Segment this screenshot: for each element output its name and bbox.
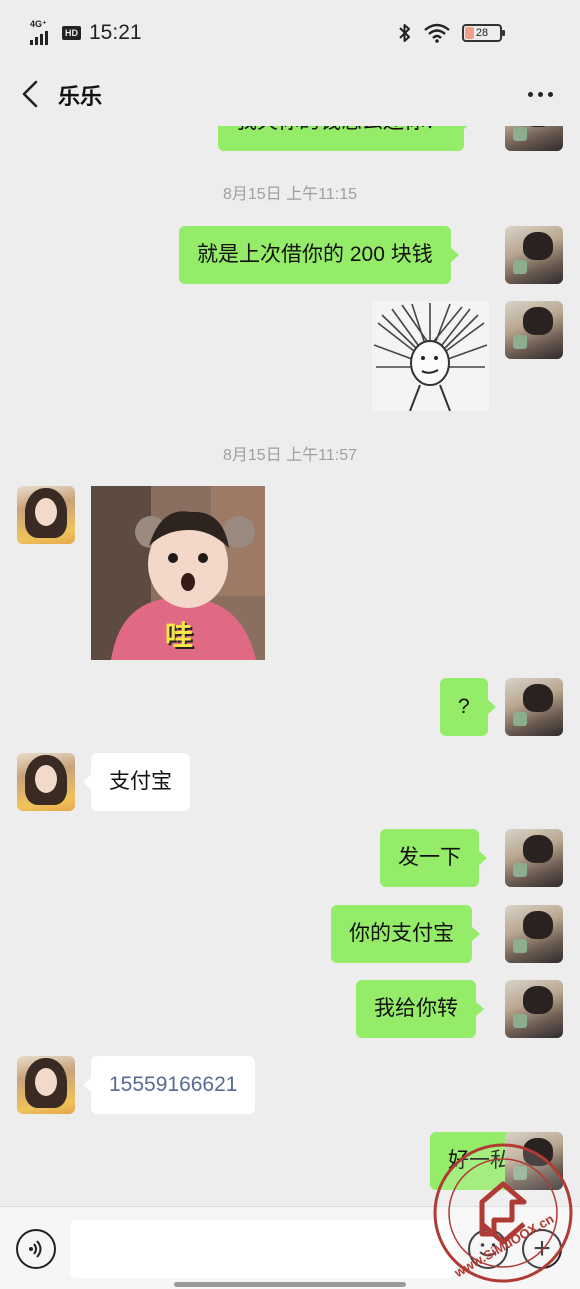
my-avatar[interactable] bbox=[505, 980, 563, 1038]
battery-icon: 28 bbox=[462, 24, 505, 42]
my-avatar[interactable] bbox=[505, 226, 563, 284]
message-bubble-incoming[interactable]: 支付宝 bbox=[83, 753, 190, 811]
message-timestamp: 8月15日 上午11:57 bbox=[223, 447, 357, 464]
my-avatar[interactable] bbox=[505, 301, 563, 359]
my-avatar[interactable] bbox=[505, 678, 563, 736]
status-bar: 4G⁺ HD 15:21 28 bbox=[0, 0, 580, 62]
voice-input-button[interactable] bbox=[16, 1229, 56, 1269]
home-indicator[interactable] bbox=[174, 1282, 406, 1287]
battery-level: 28 bbox=[475, 27, 489, 39]
watermark-seal: www.SiMuOOX.cn bbox=[432, 1142, 574, 1284]
more-options-button[interactable] bbox=[522, 80, 558, 108]
hd-icon: HD bbox=[62, 26, 81, 40]
message-timestamp: 8月15日 上午11:15 bbox=[223, 186, 357, 203]
my-avatar[interactable] bbox=[505, 829, 563, 887]
contact-avatar[interactable] bbox=[17, 1056, 75, 1114]
signal-icon: 4G⁺ bbox=[30, 19, 54, 45]
my-avatar[interactable] bbox=[505, 905, 563, 963]
status-time: 15:21 bbox=[89, 21, 142, 44]
message-bubble-outgoing[interactable]: 我欠你的钱怎么还你？ bbox=[218, 126, 472, 151]
chat-header: 乐乐 bbox=[0, 62, 580, 126]
contact-avatar[interactable] bbox=[17, 486, 75, 544]
voice-icon bbox=[29, 1240, 42, 1258]
message-bubble-outgoing[interactable]: 发一下 bbox=[380, 829, 487, 887]
my-avatar[interactable] bbox=[505, 126, 563, 151]
message-input[interactable] bbox=[70, 1220, 455, 1278]
contact-avatar[interactable] bbox=[17, 753, 75, 811]
message-bubble-outgoing[interactable]: 你的支付宝 bbox=[331, 905, 480, 963]
surprised-child-photo[interactable]: 哇 bbox=[91, 486, 265, 660]
message-bubble-outgoing[interactable]: ? bbox=[440, 678, 496, 736]
photo-caption: 哇 bbox=[165, 620, 194, 651]
network-type: 4G⁺ bbox=[30, 19, 47, 29]
spiky-hair-face-sticker[interactable] bbox=[372, 301, 489, 411]
message-bubble-outgoing[interactable]: 我给你转 bbox=[356, 980, 484, 1038]
bluetooth-icon bbox=[399, 24, 410, 42]
message-list[interactable]: 我欠你的钱怎么还你？ 8月15日 上午11:15 就是上次借你的 200 块钱 bbox=[0, 126, 580, 1206]
chevron-left-icon bbox=[22, 80, 38, 108]
chat-screen: 4G⁺ HD 15:21 28 乐乐 8月15日 上午11:15 就是上次借你的… bbox=[0, 0, 580, 1289]
back-button[interactable] bbox=[14, 76, 46, 112]
chat-title: 乐乐 bbox=[58, 84, 103, 109]
wifi-icon bbox=[424, 23, 450, 43]
message-bubble-outgoing[interactable]: 就是上次借你的 200 块钱 bbox=[179, 226, 459, 284]
phone-number-link[interactable]: 15559166621 bbox=[82, 1056, 256, 1114]
